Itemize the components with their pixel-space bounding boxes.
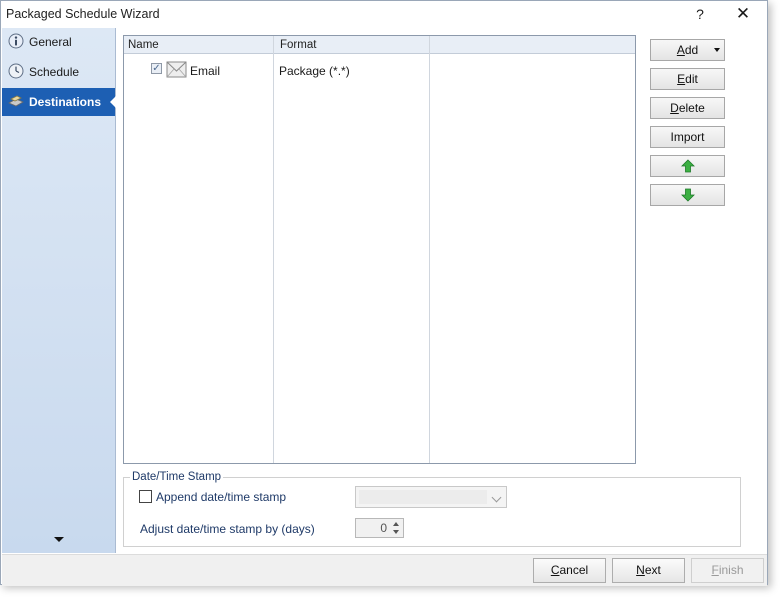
add-label-rest: dd (684, 43, 699, 57)
column-header-format[interactable]: Format (280, 39, 316, 51)
adjust-days-value: 0 (380, 521, 387, 535)
destination-icon (8, 95, 24, 107)
delete-button[interactable]: Delete (650, 97, 725, 119)
active-indicator (110, 95, 117, 109)
envelope-icon (166, 61, 187, 78)
move-down-button[interactable] (650, 184, 725, 206)
help-button[interactable]: ? (689, 3, 711, 25)
import-label: Import (670, 130, 705, 144)
edit-button[interactable]: Edit (650, 68, 725, 90)
wizard-footer: Cancel Next Finish (2, 554, 767, 586)
import-button[interactable]: Import (650, 126, 725, 148)
grid-header: Name Format (124, 36, 635, 54)
row-format: Package (*.*) (279, 64, 350, 78)
info-icon (8, 33, 24, 49)
adjust-days-stepper[interactable]: 0 (355, 518, 404, 538)
finish-button: Finish (691, 558, 764, 583)
append-datetime-label[interactable]: Append date/time stamp (156, 490, 286, 504)
edit-label-rest: dit (685, 72, 698, 86)
table-row[interactable]: ✓ Email Package (*.*) (124, 60, 635, 80)
finish-mnemonic: F (711, 563, 719, 577)
spin-down-icon[interactable] (393, 530, 399, 534)
sidebar-item-schedule[interactable]: Schedule (2, 58, 115, 86)
move-up-button[interactable] (650, 155, 725, 177)
datetime-group-label: Date/Time Stamp (130, 471, 224, 483)
delete-label-rest: elete (678, 101, 705, 115)
delete-mnemonic: D (670, 101, 679, 115)
sidebar-item-general[interactable]: General (2, 28, 115, 56)
finish-label-rest: inish (718, 563, 744, 577)
next-label-rest: ext (644, 563, 661, 577)
add-mnemonic: A (676, 43, 685, 57)
green-arrow-down-icon (680, 188, 695, 202)
sidebar-item-destinations[interactable]: Destinations (2, 88, 117, 116)
column-divider (429, 36, 430, 463)
edit-mnemonic: E (677, 72, 686, 86)
add-button[interactable]: Add (650, 39, 725, 61)
next-mnemonic: N (636, 563, 645, 577)
sidebar-item-label: Schedule (29, 65, 80, 79)
green-arrow-up-icon (680, 159, 695, 173)
sidebar-item-label: General (29, 35, 72, 49)
sidebar-scroll-down-icon[interactable] (54, 537, 64, 542)
next-button[interactable]: Next (612, 558, 685, 583)
window-title: Packaged Schedule Wizard (6, 7, 160, 21)
row-checkbox[interactable]: ✓ (151, 63, 162, 74)
sidebar-item-label: Destinations (29, 95, 102, 109)
destinations-grid[interactable]: Name Format ✓ Email Package (*.*) (123, 35, 636, 464)
append-datetime-checkbox[interactable] (139, 490, 152, 503)
datetime-format-combo[interactable] (355, 486, 507, 508)
wizard-window: Packaged Schedule Wizard ? ✕ General Sch… (0, 0, 768, 586)
close-button[interactable]: ✕ (729, 3, 757, 25)
column-divider (273, 36, 274, 463)
adjust-days-label: Adjust date/time stamp by (days) (140, 522, 315, 536)
column-header-name[interactable]: Name (128, 39, 159, 51)
title-bar: Packaged Schedule Wizard ? ✕ (1, 1, 767, 27)
spin-up-icon[interactable] (393, 522, 399, 526)
cancel-label-rest: ancel (559, 563, 589, 577)
combo-value (359, 490, 487, 504)
dropdown-caret-icon (714, 48, 720, 52)
clock-icon (8, 63, 24, 79)
row-name: Email (190, 64, 221, 78)
cancel-button[interactable]: Cancel (533, 558, 606, 583)
wizard-sidebar: General Schedule Destinations (2, 28, 117, 553)
chevron-down-icon (491, 492, 502, 503)
